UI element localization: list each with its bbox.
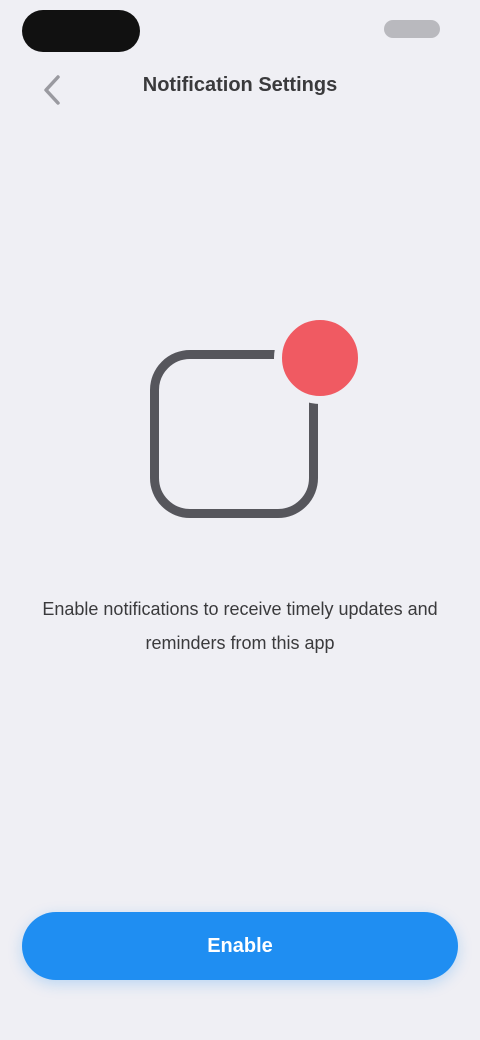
notification-permission-screen: Notification Settings Enable notificatio…: [0, 0, 480, 1040]
status-time-pill: [22, 10, 140, 52]
nav-bar: Notification Settings: [0, 60, 480, 120]
notification-badge-icon: [274, 312, 366, 404]
permission-description: Enable notifications to receive timely u…: [42, 599, 438, 653]
back-button[interactable]: [30, 66, 78, 114]
page-title: Notification Settings: [142, 74, 338, 96]
enable-notifications-button[interactable]: Enable: [22, 912, 458, 980]
chevron-left-icon: [44, 75, 60, 105]
notification-illustration: [140, 312, 370, 550]
battery-icon: [384, 20, 440, 38]
